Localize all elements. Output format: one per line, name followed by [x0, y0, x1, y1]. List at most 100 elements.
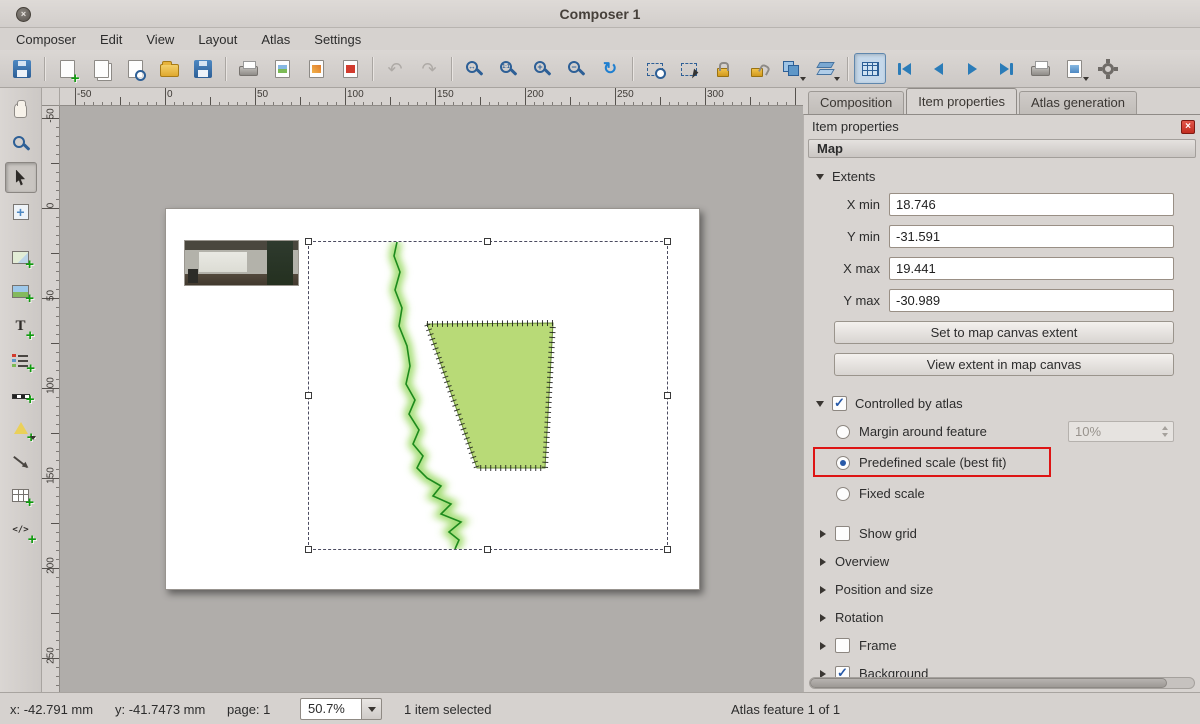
- panel-horizontal-scrollbar[interactable]: [809, 677, 1195, 689]
- fixed-scale-radio[interactable]: [836, 487, 850, 501]
- previous-feature-button[interactable]: [922, 53, 954, 84]
- section-rotation[interactable]: Rotation: [820, 610, 1200, 625]
- last-feature-button[interactable]: [990, 53, 1022, 84]
- selection-handle[interactable]: [664, 392, 671, 399]
- print-button[interactable]: [232, 53, 264, 84]
- statusbar: x: -42.791 mm y: -41.7473 mm page: 1 50.…: [0, 692, 1200, 724]
- tab-atlas-generation[interactable]: Atlas generation: [1019, 91, 1137, 114]
- atlas-option-predefined-scale[interactable]: Predefined scale (best fit): [836, 452, 1174, 473]
- atlas-option-fixed-scale[interactable]: Fixed scale: [836, 483, 1174, 504]
- redo-button[interactable]: [413, 53, 445, 84]
- panel-close-button[interactable]: [1181, 120, 1195, 134]
- export-image-button[interactable]: [266, 53, 298, 84]
- new-composition-button[interactable]: [51, 53, 83, 84]
- section-overview[interactable]: Overview: [820, 554, 1200, 569]
- selection-handle[interactable]: [664, 546, 671, 553]
- add-legend-button[interactable]: [5, 344, 37, 375]
- zoom-dropdown-button[interactable]: [362, 698, 382, 720]
- expand-triangle-icon: [820, 530, 826, 538]
- select-move-item-button[interactable]: [5, 162, 37, 193]
- unlock-all-button[interactable]: [741, 53, 773, 84]
- export-atlas-button[interactable]: [1058, 53, 1090, 84]
- zoom-tool-button[interactable]: [5, 128, 37, 159]
- selection-handle[interactable]: [305, 238, 312, 245]
- add-scalebar-button[interactable]: [5, 378, 37, 409]
- zoom-value-field[interactable]: 50.7%: [300, 698, 362, 720]
- arrange-items-button[interactable]: [809, 53, 841, 84]
- selection-handle[interactable]: [305, 392, 312, 399]
- menu-layout[interactable]: Layout: [186, 30, 249, 49]
- extents-section-toggle[interactable]: Extents: [816, 169, 1200, 184]
- section-show-grid[interactable]: Show grid: [820, 526, 1200, 541]
- zoom-region-button[interactable]: [639, 53, 671, 84]
- zoom-combobox[interactable]: 50.7%: [300, 698, 382, 720]
- frame-checkbox[interactable]: [835, 638, 850, 653]
- atlas-settings-button[interactable]: [1092, 53, 1124, 84]
- controlled-by-atlas-checkbox[interactable]: [832, 396, 847, 411]
- pan-tool-button[interactable]: [5, 94, 37, 125]
- composer-manager-button[interactable]: [119, 53, 151, 84]
- show-grid-checkbox[interactable]: [835, 526, 850, 541]
- undo-button[interactable]: [379, 53, 411, 84]
- margin-radio[interactable]: [836, 425, 850, 439]
- preview-atlas-button[interactable]: [854, 53, 886, 84]
- add-arrow-button[interactable]: [5, 446, 37, 477]
- next-feature-button[interactable]: [956, 53, 988, 84]
- menu-edit[interactable]: Edit: [88, 30, 134, 49]
- menu-composer[interactable]: Composer: [4, 30, 88, 49]
- selection-handle[interactable]: [305, 546, 312, 553]
- preview-atlas-icon: [862, 62, 879, 76]
- save-project-button[interactable]: [6, 53, 38, 84]
- zoom-in-button[interactable]: [526, 53, 558, 84]
- duplicate-composition-button[interactable]: [85, 53, 117, 84]
- section-position-and-size[interactable]: Position and size: [820, 582, 1200, 597]
- set-to-map-canvas-extent-button[interactable]: Set to map canvas extent: [834, 321, 1174, 344]
- toolbar-separator: [44, 57, 45, 81]
- selection-handle[interactable]: [484, 238, 491, 245]
- selection-handle[interactable]: [664, 238, 671, 245]
- expand-triangle-icon: [820, 642, 826, 650]
- xmax-input[interactable]: [889, 257, 1174, 280]
- load-template-button[interactable]: [153, 53, 185, 84]
- move-item-content-button[interactable]: [5, 196, 37, 227]
- composer-manager-icon: [128, 60, 143, 78]
- selection-status: 1 item selected: [404, 702, 491, 717]
- save-template-button[interactable]: [187, 53, 219, 84]
- scrollbar-thumb[interactable]: [810, 678, 1167, 688]
- print-atlas-button[interactable]: [1024, 53, 1056, 84]
- predefined-scale-radio[interactable]: [836, 456, 850, 470]
- lock-items-button[interactable]: [707, 53, 739, 84]
- selection-handle[interactable]: [484, 546, 491, 553]
- atlas-section-toggle[interactable]: Controlled by atlas: [816, 396, 1200, 411]
- atlas-option-margin[interactable]: Margin around feature 10%: [836, 421, 1174, 442]
- add-attribute-table-button[interactable]: [5, 480, 37, 511]
- zoom-actual-button[interactable]: [492, 53, 524, 84]
- add-image-button[interactable]: [5, 276, 37, 307]
- first-feature-button[interactable]: [888, 53, 920, 84]
- composer-canvas[interactable]: [60, 106, 803, 692]
- add-html-button[interactable]: [5, 514, 37, 545]
- export-svg-button[interactable]: [300, 53, 332, 84]
- ymin-input[interactable]: [889, 225, 1174, 248]
- zoom-full-button[interactable]: [458, 53, 490, 84]
- add-label-button[interactable]: [5, 310, 37, 341]
- image-item[interactable]: [184, 240, 299, 286]
- group-items-button[interactable]: [775, 53, 807, 84]
- tab-item-properties[interactable]: Item properties: [906, 88, 1017, 114]
- section-frame[interactable]: Frame: [820, 638, 1200, 653]
- export-pdf-button[interactable]: [334, 53, 366, 84]
- tab-composition[interactable]: Composition: [808, 91, 904, 114]
- window-close-button[interactable]: [16, 7, 31, 22]
- menu-settings[interactable]: Settings: [302, 30, 373, 49]
- xmin-input[interactable]: [889, 193, 1174, 216]
- select-region-button[interactable]: [673, 53, 705, 84]
- ymax-input[interactable]: [889, 289, 1174, 312]
- add-map-button[interactable]: [5, 242, 37, 273]
- menu-view[interactable]: View: [134, 30, 186, 49]
- map-item[interactable]: [308, 241, 668, 550]
- menu-atlas[interactable]: Atlas: [249, 30, 302, 49]
- zoom-out-button[interactable]: [560, 53, 592, 84]
- refresh-view-button[interactable]: [594, 53, 626, 84]
- view-extent-in-map-canvas-button[interactable]: View extent in map canvas: [834, 353, 1174, 376]
- add-shape-button[interactable]: [5, 412, 37, 443]
